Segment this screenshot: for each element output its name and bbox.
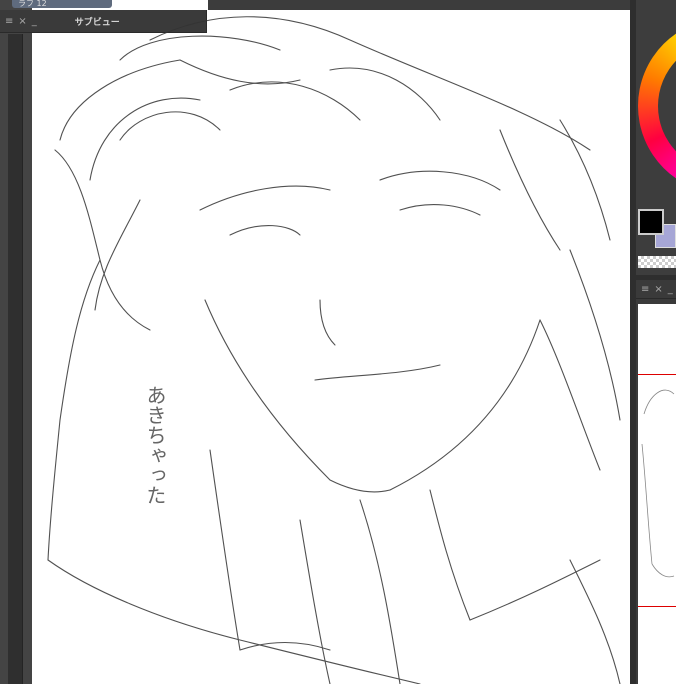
close-icon[interactable]: ×	[654, 284, 662, 295]
navigator-preview[interactable]	[638, 304, 676, 684]
sketch-lines	[47, 16, 621, 684]
foreground-color-swatch[interactable]	[638, 209, 664, 235]
handwritten-note: あきちゃった	[143, 385, 167, 505]
navigator-panel: ≡ × _	[636, 280, 676, 684]
navigator-sketch-thumbnail	[641, 389, 675, 578]
minimize-icon[interactable]: _	[668, 284, 673, 295]
panel-menu-icon[interactable]: ≡	[641, 284, 649, 295]
navigator-panel-header: ≡ × _	[636, 280, 676, 299]
transparent-color-swatch[interactable]	[638, 256, 676, 268]
